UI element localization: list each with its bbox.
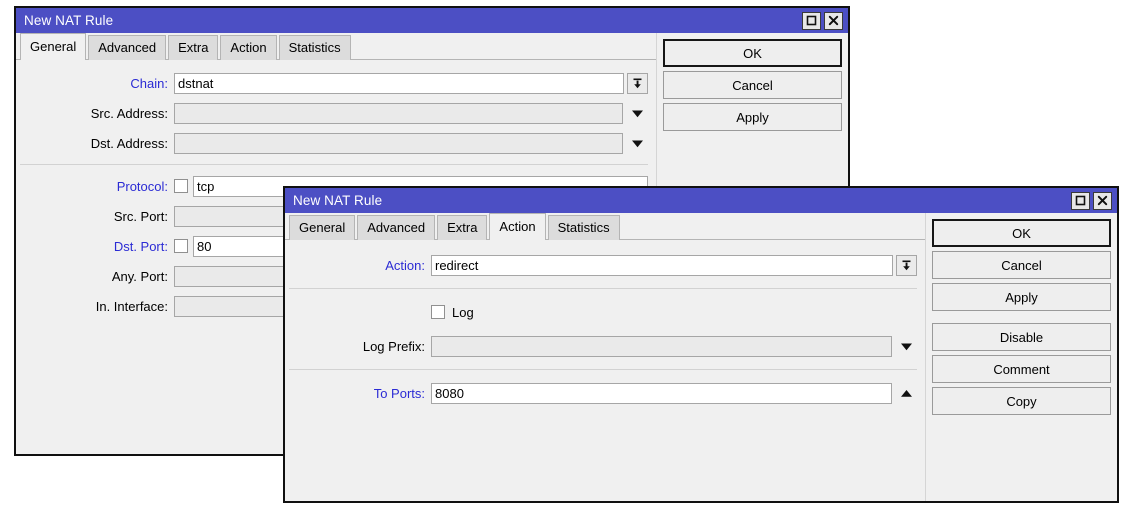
- window-controls: [802, 12, 846, 30]
- dst-port-checkbox[interactable]: [174, 239, 188, 253]
- tab-advanced[interactable]: Advanced: [88, 35, 166, 60]
- form-divider-1: [20, 164, 648, 165]
- ok-button[interactable]: OK: [932, 219, 1111, 247]
- src-port-label: Src. Port:: [16, 209, 174, 224]
- dst-address-input[interactable]: [174, 133, 623, 154]
- comment-button[interactable]: Comment: [932, 355, 1111, 383]
- close-icon: [828, 15, 839, 26]
- chevron-down-icon: [631, 139, 644, 148]
- chain-label: Chain:: [16, 76, 174, 91]
- src-address-label: Src. Address:: [16, 106, 174, 121]
- button-group-divider: [932, 315, 1111, 323]
- maximize-icon: [806, 15, 817, 26]
- close-button[interactable]: [824, 12, 843, 30]
- dst-address-label: Dst. Address:: [16, 136, 174, 151]
- to-ports-collapse-arrow[interactable]: [895, 383, 917, 404]
- field-row-action: Action: redirect: [285, 248, 925, 282]
- src-address-dropdown-arrow[interactable]: [626, 103, 648, 124]
- src-address-input[interactable]: [174, 103, 623, 124]
- action-form: Action: redirect: [285, 240, 925, 410]
- to-ports-control: 8080: [431, 383, 917, 404]
- tab-action[interactable]: Action: [489, 213, 545, 240]
- to-ports-input[interactable]: 8080: [431, 383, 892, 404]
- tab-action[interactable]: Action: [220, 35, 276, 60]
- form-divider-2: [289, 369, 917, 370]
- action-dropdown-button[interactable]: [896, 255, 917, 276]
- to-ports-label: To Ports:: [285, 386, 431, 401]
- cancel-button[interactable]: Cancel: [663, 71, 842, 99]
- field-row-dst-address: Dst. Address:: [16, 128, 656, 158]
- form-divider-1: [289, 288, 917, 289]
- log-prefix-input[interactable]: [431, 336, 892, 357]
- tab-statistics[interactable]: Statistics: [548, 215, 620, 240]
- log-prefix-label: Log Prefix:: [285, 339, 431, 354]
- field-row-log-prefix: Log Prefix:: [285, 329, 925, 363]
- form-pane: General Advanced Extra Action Statistics…: [285, 213, 925, 501]
- action-control: redirect: [431, 255, 917, 276]
- dst-address-dropdown-arrow[interactable]: [626, 133, 648, 154]
- dst-address-control: [174, 133, 648, 154]
- tab-extra[interactable]: Extra: [437, 215, 487, 240]
- apply-button[interactable]: Apply: [932, 283, 1111, 311]
- tab-general[interactable]: General: [20, 33, 86, 60]
- field-row-src-address: Src. Address:: [16, 98, 656, 128]
- log-checkbox-group[interactable]: Log: [431, 305, 474, 320]
- log-checkbox[interactable]: [431, 305, 445, 319]
- chevron-down-icon: [900, 342, 913, 351]
- ok-button[interactable]: OK: [663, 39, 842, 67]
- chevron-down-bar-icon: [900, 259, 913, 272]
- dst-port-label: Dst. Port:: [16, 239, 174, 254]
- tab-bar[interactable]: General Advanced Extra Action Statistics: [285, 213, 925, 240]
- field-row-log: Log: [285, 295, 925, 329]
- protocol-checkbox[interactable]: [174, 179, 188, 193]
- src-address-control: [174, 103, 648, 124]
- action-input[interactable]: redirect: [431, 255, 893, 276]
- cancel-button[interactable]: Cancel: [932, 251, 1111, 279]
- chain-control: dstnat: [174, 73, 648, 94]
- tab-statistics[interactable]: Statistics: [279, 35, 351, 60]
- chain-dropdown-button[interactable]: [627, 73, 648, 94]
- field-row-to-ports: To Ports: 8080: [285, 376, 925, 410]
- chain-input[interactable]: dstnat: [174, 73, 624, 94]
- tab-bar[interactable]: General Advanced Extra Action Statistics: [16, 33, 656, 60]
- window-controls: [1071, 192, 1115, 210]
- log-checkbox-label: Log: [452, 305, 474, 320]
- field-row-chain: Chain: dstnat: [16, 68, 656, 98]
- log-prefix-dropdown-arrow[interactable]: [895, 336, 917, 357]
- window-body: General Advanced Extra Action Statistics…: [285, 213, 1117, 501]
- any-port-label: Any. Port:: [16, 269, 174, 284]
- in-interface-label: In. Interface:: [16, 299, 174, 314]
- maximize-icon: [1075, 195, 1086, 206]
- tab-extra[interactable]: Extra: [168, 35, 218, 60]
- protocol-label: Protocol:: [16, 179, 174, 194]
- tab-advanced[interactable]: Advanced: [357, 215, 435, 240]
- disable-button[interactable]: Disable: [932, 323, 1111, 351]
- titlebar[interactable]: New NAT Rule: [16, 8, 848, 33]
- window-title: New NAT Rule: [24, 13, 802, 28]
- maximize-button[interactable]: [1071, 192, 1090, 210]
- tab-general[interactable]: General: [289, 215, 355, 240]
- close-icon: [1097, 195, 1108, 206]
- new-nat-rule-window-action[interactable]: New NAT Rule General Advanced Extra Acti…: [283, 186, 1119, 503]
- chevron-up-icon: [900, 389, 913, 398]
- titlebar[interactable]: New NAT Rule: [285, 188, 1117, 213]
- copy-button[interactable]: Copy: [932, 387, 1111, 415]
- action-label: Action:: [285, 258, 431, 273]
- log-control: Log: [431, 305, 917, 320]
- apply-button[interactable]: Apply: [663, 103, 842, 131]
- maximize-button[interactable]: [802, 12, 821, 30]
- log-prefix-control: [431, 336, 917, 357]
- close-button[interactable]: [1093, 192, 1112, 210]
- chevron-down-icon: [631, 109, 644, 118]
- button-pane: OK Cancel Apply Disable Comment Copy: [925, 213, 1117, 501]
- chevron-down-bar-icon: [631, 77, 644, 90]
- window-title: New NAT Rule: [293, 193, 1071, 208]
